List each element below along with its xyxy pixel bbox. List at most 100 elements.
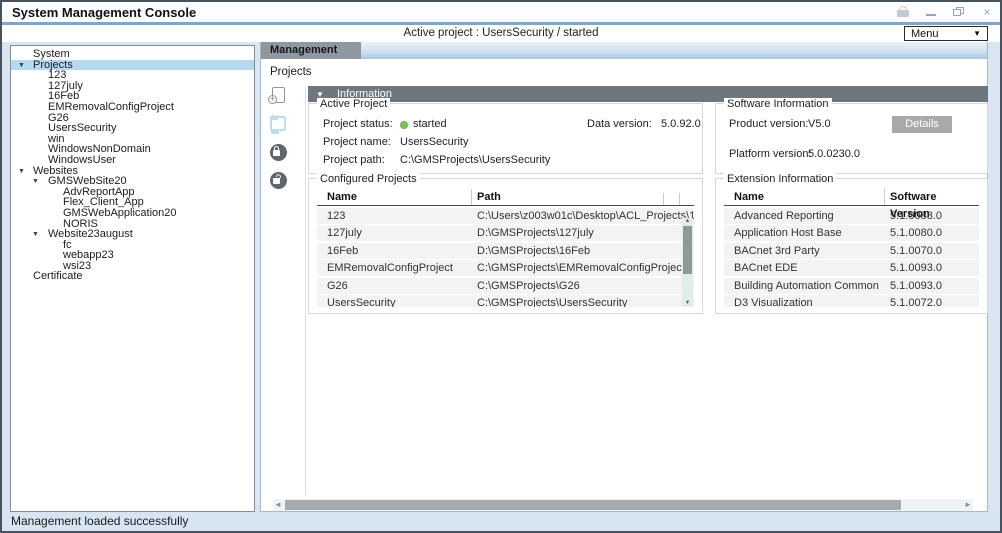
project-path-value: C:\GMSProjects\UsersSecurity [400,154,550,166]
column-separator [679,193,680,205]
table-row[interactable]: EMRemovalConfigProjectC:\GMSProjects\EMR… [317,260,694,276]
menu-dropdown[interactable]: Menu ▼ [904,26,988,41]
table-cell: C:\GMSProjects\EMRemovalConfigProject [471,260,694,276]
groupbox-title: Active Project [317,98,390,110]
tab-management[interactable]: Management [261,42,361,59]
scroll-left-icon[interactable]: ◄ [273,499,283,511]
table-vertical-scrollbar[interactable]: ▲ ▼ [682,218,693,306]
status-bar: Management loaded successfully [2,512,1000,531]
active-project-groupbox: Active Project Project status: started P… [308,103,703,174]
save-button[interactable] [268,115,290,135]
tree-item-gmswebapplication20[interactable]: GMSWebApplication20 [11,208,254,219]
tree-item-label: Certificate [33,270,83,282]
project-name-value: UsersSecurity [400,136,468,148]
configured-projects-table: NamePath123C:\Users\z003w01c\Desktop\ACL… [317,189,694,307]
table-row[interactable]: 123C:\Users\z003w01c\Desktop\ACL_Project… [317,208,694,224]
project-status-value: started [413,118,447,130]
table-cell: UsersSecurity [317,295,471,307]
toolbar-separator [305,87,306,495]
column-header-path[interactable]: Path [471,189,694,205]
table-row[interactable]: Building Automation Common5.1.0093.0 [724,278,979,294]
close-button[interactable]: × [980,6,994,18]
product-version-value: V5.0 [808,118,831,130]
chevron-down-icon: ▼ [973,29,981,38]
tree-item-fc[interactable]: fc [11,240,254,251]
application-window: System Management Console × Active proje… [0,0,1002,533]
menu-dropdown-label: Menu [911,28,939,40]
tree-item-certificate[interactable]: Certificate [11,271,254,282]
status-started-icon [400,121,408,129]
table-row[interactable]: 127julyD:\GMSProjects\127july [317,225,694,241]
column-header-name[interactable]: Name [317,189,471,205]
table-row[interactable]: Application Host Base5.1.0080.0 [724,225,979,241]
table-cell: 5.1.0088.0 [884,208,979,224]
restore-button[interactable] [952,6,966,18]
lock-icon [896,6,910,18]
lock-project-button[interactable] [268,143,290,163]
main-panel: Management Projects + ▼ Information Acti… [260,42,988,512]
new-project-button[interactable]: + [268,87,290,107]
information-section-header: ▼ Information [308,86,988,102]
table-cell: BACnet 3rd Party [724,243,884,259]
table-row[interactable]: BACnet 3rd Party5.1.0070.0 [724,243,979,259]
data-version-value: 5.0.92.0 [661,118,701,130]
section-label: Projects [270,66,312,78]
scrollbar-thumb[interactable] [285,500,901,510]
extension-information-groupbox: Extension Information NameSoftware Versi… [715,178,988,314]
scrollbar-thumb[interactable] [683,226,692,274]
column-separator [663,193,664,205]
active-project-status-text: Active project : UsersSecurity / started [2,27,1000,39]
groupbox-title: Extension Information [724,173,836,185]
table-cell: D:\GMSProjects\127july [471,225,694,241]
table-cell: 5.1.0093.0 [884,260,979,276]
table-cell: 123 [317,208,471,224]
title-bar: System Management Console × [2,2,1000,22]
table-row[interactable]: Advanced Reporting5.1.0088.0 [724,208,979,224]
table-cell: 5.1.0072.0 [884,295,979,307]
project-toolbar: + [268,87,298,199]
table-row[interactable]: G26C:\GMSProjects\G26 [317,278,694,294]
table-cell: C:\Users\z003w01c\Desktop\ACL_Projects\1… [471,208,694,224]
groupbox-title: Software Information [724,98,832,110]
table-cell: EMRemovalConfigProject [317,260,471,276]
configured-projects-groupbox: Configured Projects NamePath123C:\Users\… [308,178,703,314]
tab-strip: Management [261,42,987,59]
table-cell: BACnet EDE [724,260,884,276]
details-button[interactable]: Details [892,116,952,133]
table-cell: C:\GMSProjects\G26 [471,278,694,294]
table-header: NameSoftware Version [724,189,979,206]
scroll-up-icon[interactable]: ▲ [682,218,693,224]
column-header-name[interactable]: Name [724,189,884,205]
project-path-label: Project path: [323,154,385,166]
table-cell: C:\GMSProjects\UsersSecurity [471,295,694,307]
column-header-software-version[interactable]: Software Version [884,189,979,205]
tree-item-website23august[interactable]: ▼Website23august [11,229,254,240]
tree-item-webapp23[interactable]: webapp23 [11,250,254,261]
table-row[interactable]: BACnet EDE5.1.0093.0 [724,260,979,276]
table-header: NamePath [317,189,694,206]
project-name-label: Project name: [323,136,391,148]
minimize-button[interactable] [924,6,938,18]
extension-information-table: NameSoftware Version Advanced Reporting5.… [724,189,979,307]
table-cell: 127july [317,225,471,241]
horizontal-scrollbar[interactable]: ◄ ► [273,499,973,511]
table-row[interactable]: 16FebD:\GMSProjects\16Feb [317,243,694,259]
table-cell: G26 [317,278,471,294]
table-cell: 5.1.0070.0 [884,243,979,259]
window-title: System Management Console [12,5,196,20]
scroll-right-icon[interactable]: ► [963,499,973,511]
table-cell: D:\GMSProjects\16Feb [471,243,694,259]
table-cell: D3 Visualization [724,295,884,307]
table-cell: 5.1.0093.0 [884,278,979,294]
groupbox-title: Configured Projects [317,173,420,185]
tree-item-label: Website23august [48,228,133,240]
scroll-down-icon[interactable]: ▼ [682,300,693,306]
platform-version-label: Platform version: [729,148,812,160]
table-row[interactable]: UsersSecurityC:\GMSProjects\UsersSecurit… [317,295,694,307]
unlock-project-button[interactable] [268,171,290,191]
platform-version-value: 5.0.0230.0 [808,148,860,160]
project-status-label: Project status: [323,118,393,130]
window-controls: × [896,6,994,18]
table-row[interactable]: D3 Visualization5.1.0072.0 [724,295,979,307]
navigation-tree: System▼Projects123127july16FebEMRemovalC… [10,45,255,512]
